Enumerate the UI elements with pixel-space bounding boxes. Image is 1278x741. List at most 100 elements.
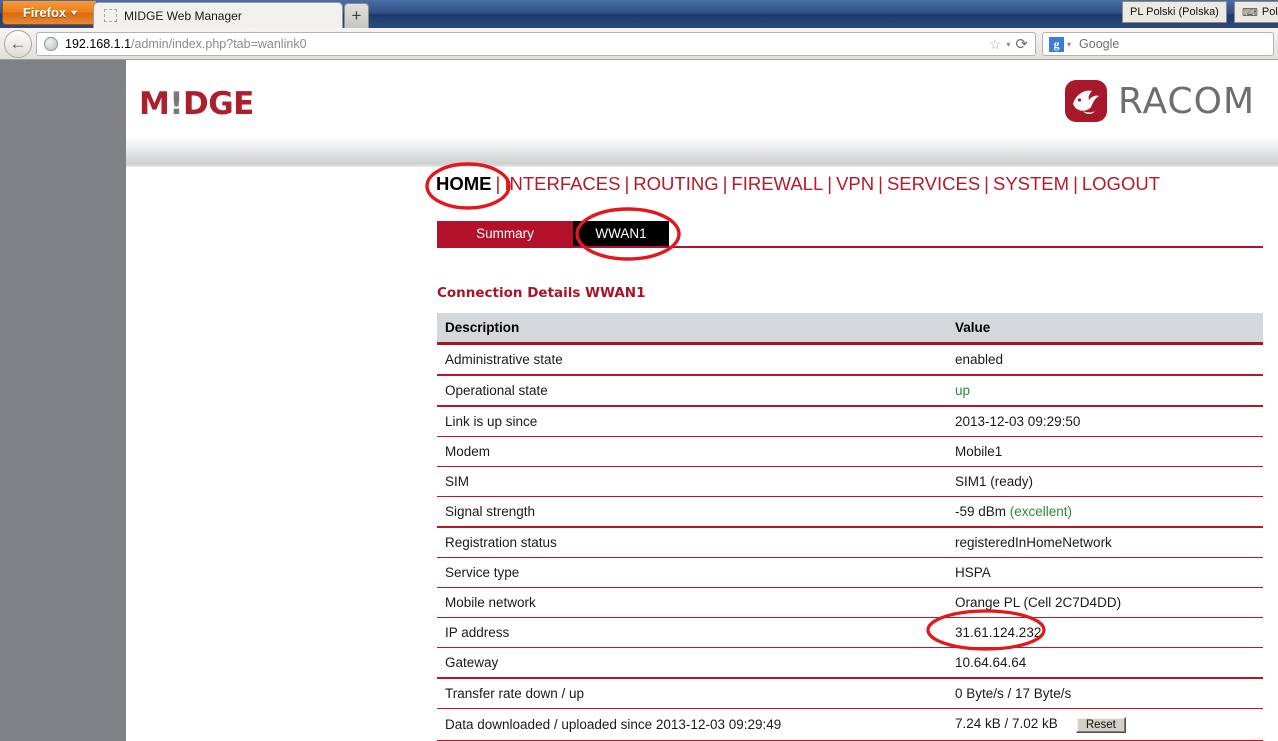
chevron-down-icon: ▾ bbox=[71, 8, 77, 17]
cell-description: Mobile network bbox=[437, 587, 947, 618]
connection-details-table: Description Value Administrative state en… bbox=[437, 313, 1263, 741]
url-host: 192.168.1.1 bbox=[65, 37, 132, 51]
browser-tab[interactable]: MIDGE Web Manager bbox=[93, 2, 343, 28]
cell-description: Administrative state bbox=[437, 343, 947, 376]
cell-description: Transfer rate down / up bbox=[437, 678, 947, 709]
cell-value: SIM1 (ready) bbox=[947, 466, 1263, 497]
chevron-down-icon[interactable]: ▾ bbox=[1006, 40, 1010, 49]
value-text: SIM1 (ready) bbox=[955, 474, 1034, 489]
favicon-placeholder-icon bbox=[104, 9, 117, 22]
keyboard-layout-label: Pols bbox=[1261, 6, 1278, 18]
cell-description: Data downloaded / uploaded since 2013-12… bbox=[437, 708, 947, 741]
table-row: Signal strength -59 dBm (excellent) bbox=[437, 496, 1263, 528]
cell-description: Operational state bbox=[437, 375, 947, 407]
firefox-menu-label: Firefox bbox=[22, 5, 67, 20]
address-bar[interactable]: 192.168.1.1 /admin/index.php?tab=wanlink… bbox=[36, 32, 1036, 56]
racom-logo: RACOM bbox=[1065, 80, 1255, 122]
table-row: Data downloaded / uploaded since 2013-12… bbox=[437, 708, 1263, 741]
sub-tab-bar: Summary WWAN1 bbox=[437, 221, 669, 246]
cell-description: Link is up since bbox=[437, 406, 947, 437]
value-text: Mobile1 bbox=[955, 444, 1003, 459]
firefox-menu-button[interactable]: Firefox ▾ bbox=[2, 1, 97, 25]
table-row: SIM SIM1 (ready) bbox=[437, 466, 1263, 497]
column-header-description: Description bbox=[437, 313, 947, 345]
cell-value: 10.64.64.64 bbox=[947, 647, 1263, 679]
bookmark-star-icon[interactable]: ☆ bbox=[989, 36, 1002, 53]
table-row: Link is up since 2013-12-03 09:29:50 bbox=[437, 406, 1263, 437]
back-arrow-icon: ← bbox=[9, 34, 27, 53]
page-content: M!DGE RACOM HOME | INTERFACES | ROUTING | FIRE… bbox=[126, 60, 1278, 741]
keyboard-layout-indicator[interactable]: ⌨ Pols bbox=[1234, 1, 1278, 23]
cell-value: 7.24 kB / 7.02 kB Reset bbox=[947, 708, 1263, 741]
nav-item-services[interactable]: SERVICES bbox=[887, 173, 980, 194]
sub-tab-underline bbox=[437, 246, 1263, 248]
cell-description: Registration status bbox=[437, 527, 947, 558]
nav-separator: | bbox=[624, 173, 630, 194]
value-text: Orange PL (Cell 2C7D4DD) bbox=[955, 595, 1122, 610]
value-text: 7.24 kB / 7.02 kB bbox=[955, 716, 1058, 731]
table-row: Administrative state enabled bbox=[437, 343, 1263, 376]
table-row: Mobile network Orange PL (Cell 2C7D4DD) bbox=[437, 587, 1263, 618]
table-row: IP address 31.61.124.232 bbox=[437, 617, 1263, 648]
value-text: 31.61.124.232 bbox=[955, 625, 1042, 640]
table-row: Modem Mobile1 bbox=[437, 436, 1263, 467]
cell-value: Orange PL (Cell 2C7D4DD) bbox=[947, 587, 1263, 618]
cell-value: up bbox=[947, 375, 1263, 407]
midge-logo-exclamation: ! bbox=[169, 86, 183, 122]
new-tab-button[interactable]: + bbox=[344, 3, 369, 28]
racom-bird-icon bbox=[1065, 80, 1107, 122]
browser-toolbar: ← 192.168.1.1 /admin/index.php?tab=wanli… bbox=[0, 28, 1278, 60]
nav-separator: | bbox=[722, 173, 728, 194]
midge-logo-m: M bbox=[139, 86, 170, 122]
language-indicator[interactable]: PL Polski (Polska) bbox=[1122, 1, 1227, 23]
search-input[interactable]: Google bbox=[1079, 37, 1119, 51]
table-row: Transfer rate down / up 0 Byte/s / 17 Byt… bbox=[437, 678, 1263, 709]
nav-item-home[interactable]: HOME bbox=[436, 173, 492, 194]
value-text: 10.64.64.64 bbox=[955, 655, 1027, 670]
plus-icon: + bbox=[351, 6, 362, 25]
value-text: up bbox=[955, 383, 971, 398]
value-text: registeredInHomeNetwork bbox=[955, 535, 1112, 550]
nav-item-interfaces[interactable]: INTERFACES bbox=[504, 173, 620, 194]
value-text: 0 Byte/s / 17 Byte/s bbox=[955, 686, 1072, 701]
nav-item-system[interactable]: SYSTEM bbox=[993, 173, 1069, 194]
nav-item-vpn[interactable]: VPN bbox=[836, 173, 874, 194]
browser-titlebar: Firefox ▾ MIDGE Web Manager + PL Polski … bbox=[0, 0, 1278, 28]
nav-item-firewall[interactable]: FIREWALL bbox=[731, 173, 823, 194]
table-row: Operational state up bbox=[437, 375, 1263, 407]
nav-item-logout[interactable]: LOGOUT bbox=[1082, 173, 1160, 194]
nav-separator: | bbox=[495, 173, 501, 194]
cell-description: Modem bbox=[437, 436, 947, 467]
google-icon: g bbox=[1049, 36, 1064, 52]
cell-value: enabled bbox=[947, 343, 1263, 376]
cell-value: -59 dBm (excellent) bbox=[947, 496, 1263, 528]
back-button[interactable]: ← bbox=[4, 30, 32, 58]
reload-icon[interactable]: ⟳ bbox=[1015, 35, 1028, 53]
sub-tab-wwan1[interactable]: WWAN1 bbox=[573, 221, 669, 246]
chevron-down-icon[interactable]: ▾ bbox=[1067, 40, 1071, 49]
cell-value: 2013-12-03 09:29:50 bbox=[947, 406, 1263, 437]
column-header-value: Value bbox=[947, 313, 1263, 345]
browser-tab-title: MIDGE Web Manager bbox=[124, 8, 242, 23]
language-label: PL Polski (Polska) bbox=[1130, 6, 1219, 18]
table-row: Registration status registeredInHomeNetwo… bbox=[437, 527, 1263, 558]
globe-icon bbox=[44, 37, 58, 51]
reset-button[interactable]: Reset bbox=[1075, 717, 1126, 733]
value-text: enabled bbox=[955, 352, 1004, 367]
cell-description: Gateway bbox=[437, 647, 947, 679]
nav-separator: | bbox=[1073, 173, 1078, 194]
table-row: Service type HSPA bbox=[437, 557, 1263, 588]
sub-tab-summary[interactable]: Summary bbox=[437, 221, 573, 246]
value-text: 2013-12-03 09:29:50 bbox=[955, 414, 1081, 429]
keyboard-icon: ⌨ bbox=[1242, 6, 1258, 19]
value-text: HSPA bbox=[955, 565, 991, 580]
value-qualifier: (excellent) bbox=[1009, 504, 1073, 519]
screen: Firefox ▾ MIDGE Web Manager + PL Polski … bbox=[0, 0, 1278, 741]
midge-logo-rest: DGE bbox=[183, 86, 254, 122]
cell-value: 31.61.124.232 bbox=[947, 617, 1263, 648]
search-bar[interactable]: g ▾ Google bbox=[1042, 32, 1274, 56]
cell-description: Signal strength bbox=[437, 496, 947, 528]
cell-value: HSPA bbox=[947, 557, 1263, 588]
nav-item-routing[interactable]: ROUTING bbox=[633, 173, 718, 194]
table-header-row: Description Value bbox=[437, 313, 1263, 345]
